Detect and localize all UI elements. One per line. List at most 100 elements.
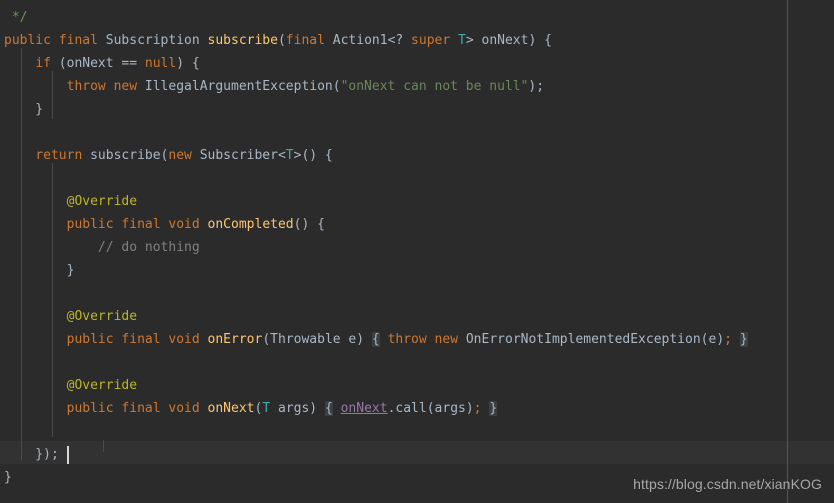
code-line[interactable]: */	[0, 6, 834, 29]
code-line[interactable]	[0, 167, 834, 190]
code-token: ) {	[176, 56, 200, 71]
code-text-area[interactable]: */public final Subscription subscribe(fi…	[0, 0, 834, 503]
code-line[interactable]	[0, 420, 834, 443]
folded-brace: {	[371, 332, 380, 347]
code-token: onNext	[340, 401, 388, 416]
code-token: @Override	[66, 309, 138, 324]
code-token: new	[168, 148, 192, 163]
code-line[interactable]: @Override	[0, 374, 834, 397]
code-token: <?	[387, 33, 412, 48]
code-token: null	[144, 56, 177, 71]
code-line[interactable]: @Override	[0, 305, 834, 328]
code-token: void	[168, 401, 200, 416]
code-token: void	[168, 332, 200, 347]
code-line[interactable]: @Override	[0, 190, 834, 213]
code-token: if	[35, 56, 51, 71]
code-token: >() {	[293, 148, 333, 163]
code-token: final	[121, 217, 161, 232]
code-token: new	[113, 79, 138, 94]
code-token: subscribe(	[82, 148, 169, 163]
watermark-url: https://blog.csdn.net/xianKOG	[633, 476, 822, 492]
code-token: throw	[387, 332, 427, 347]
code-token: void	[168, 217, 200, 232]
code-token: public	[66, 401, 114, 416]
code-token: });	[4, 447, 59, 462]
code-token: Action1	[332, 33, 388, 48]
code-token: */	[11, 10, 28, 25]
code-line[interactable]: public final void onCompleted() {	[0, 213, 834, 236]
code-token: );	[528, 79, 545, 94]
code-token: public	[4, 33, 51, 48]
code-line[interactable]: public final Subscription subscribe(fina…	[0, 29, 834, 52]
code-token: }	[4, 263, 75, 278]
code-token: <	[277, 148, 286, 163]
code-token: Throwable	[270, 332, 341, 347]
code-line[interactable]: }	[0, 259, 834, 282]
code-token: throw	[66, 79, 106, 94]
code-token: T	[285, 148, 294, 163]
code-token: (e)	[700, 332, 725, 347]
code-line[interactable]: public final void onError(Throwable e) {…	[0, 328, 834, 351]
code-token: e)	[340, 332, 372, 347]
code-line[interactable]: });	[0, 443, 834, 466]
code-line[interactable]: // do nothing	[0, 236, 834, 259]
code-token: T	[262, 401, 271, 416]
code-token: onCompleted	[207, 217, 294, 232]
code-token: ;	[473, 401, 482, 416]
code-token: // do nothing	[97, 240, 200, 255]
code-token: ;	[724, 332, 732, 347]
code-token: subscribe	[207, 33, 278, 48]
code-line[interactable]: throw new IllegalArgumentException("onNe…	[0, 75, 834, 98]
code-token: "onNext can not be null"	[340, 79, 529, 94]
code-editor[interactable]: */public final Subscription subscribe(fi…	[0, 0, 834, 503]
code-line[interactable]: public final void onNext(T args) { onNex…	[0, 397, 834, 420]
code-token: new	[434, 332, 459, 347]
folded-brace: }	[739, 332, 748, 347]
code-token: final	[58, 33, 98, 48]
code-token: () {	[293, 217, 325, 232]
code-token: final	[121, 332, 161, 347]
code-token: @Override	[66, 194, 138, 209]
code-line[interactable]: if (onNext == null) {	[0, 52, 834, 75]
code-token: T	[458, 33, 466, 48]
code-token: super	[411, 33, 451, 48]
folded-brace: {	[324, 401, 333, 416]
code-token: Subscription	[105, 33, 200, 48]
code-token: .call(args)	[387, 401, 474, 416]
code-line[interactable]: return subscribe(new Subscriber<T>() {	[0, 144, 834, 167]
code-token: public	[66, 217, 114, 232]
code-line[interactable]	[0, 351, 834, 374]
code-token: }	[4, 102, 44, 117]
code-line[interactable]	[0, 282, 834, 305]
code-line[interactable]	[0, 121, 834, 144]
code-token: onError	[207, 332, 263, 347]
code-token: final	[285, 33, 325, 48]
code-token: OnErrorNotImplementedException	[465, 332, 701, 347]
code-token: final	[121, 401, 161, 416]
code-token: onNext	[207, 401, 255, 416]
code-token: (onNext ==	[50, 56, 145, 71]
code-token: (	[262, 332, 271, 347]
code-line[interactable]: }	[0, 98, 834, 121]
code-token: IllegalArgumentException	[144, 79, 333, 94]
folded-brace: }	[489, 401, 498, 416]
